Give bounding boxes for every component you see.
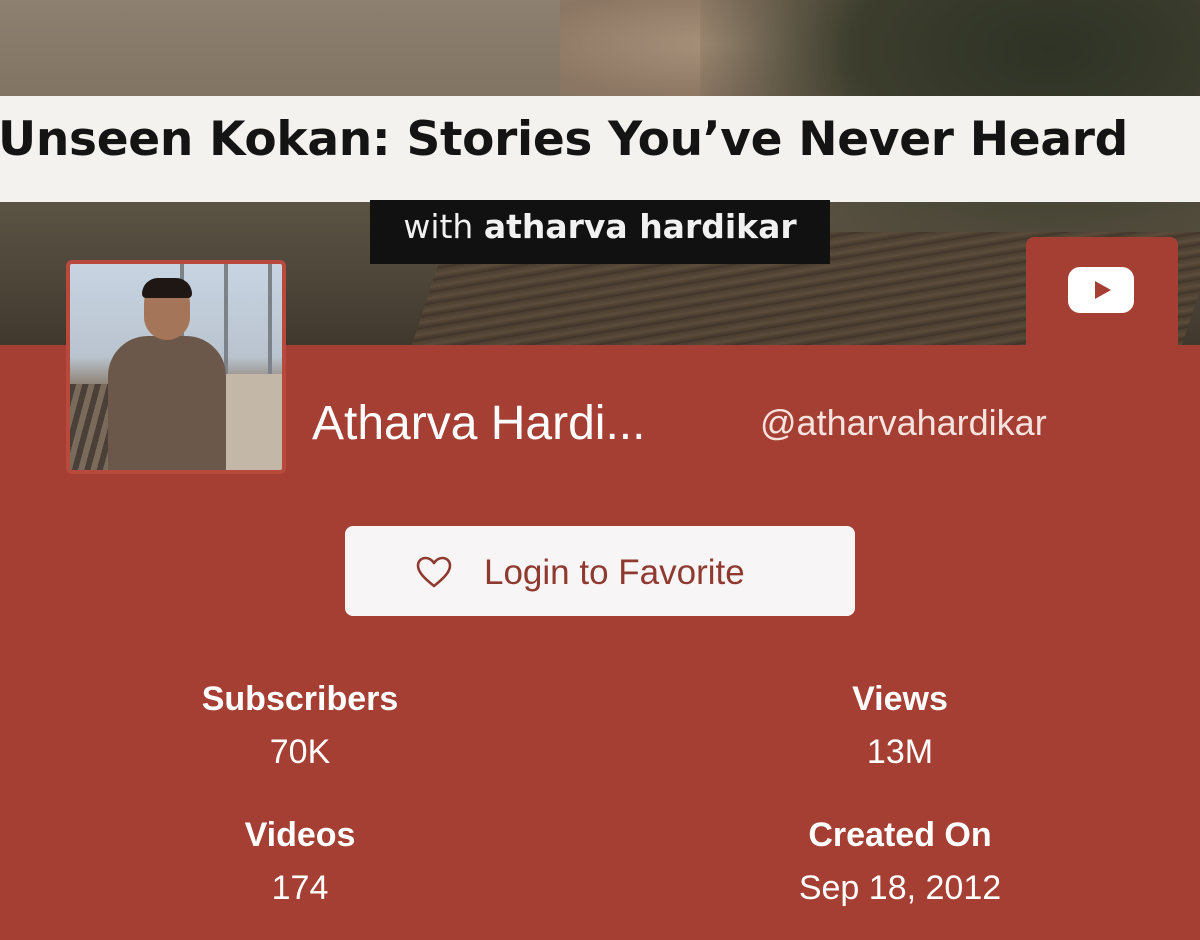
stat-label: Created On <box>808 816 992 854</box>
avatar <box>66 260 286 474</box>
stat-value: 174 <box>271 869 329 907</box>
banner-subtitle-prefix: with <box>403 207 474 246</box>
avatar-jacket <box>108 336 226 470</box>
banner-subtitle: with atharva hardikar <box>370 207 830 246</box>
banner-subtitle-name: atharva hardikar <box>483 207 797 246</box>
stat-created-on: Created On Sep 18, 2012 <box>700 816 1100 908</box>
stat-value: Sep 18, 2012 <box>798 869 1002 907</box>
stat-label: Videos <box>244 816 356 854</box>
channel-handle: @atharvahardikar <box>760 402 1047 443</box>
stat-value: 70K <box>269 733 331 771</box>
stat-views: Views 13M <box>700 680 1100 772</box>
stat-subscribers: Subscribers 70K <box>100 680 500 772</box>
stat-label: Subscribers <box>201 680 399 718</box>
banner-title: Unseen Kokan: Stories You’ve Never Heard <box>0 112 1128 167</box>
stat-videos: Videos 174 <box>100 816 500 908</box>
avatar-hair <box>142 278 192 298</box>
stat-value: 13M <box>866 733 934 771</box>
youtube-icon[interactable] <box>1068 267 1134 313</box>
stat-label: Views <box>852 680 948 718</box>
channel-name: Atharva Hardi... <box>312 397 646 450</box>
favorite-label: Login to Favorite <box>484 553 745 592</box>
heart-outline-icon <box>416 556 452 588</box>
